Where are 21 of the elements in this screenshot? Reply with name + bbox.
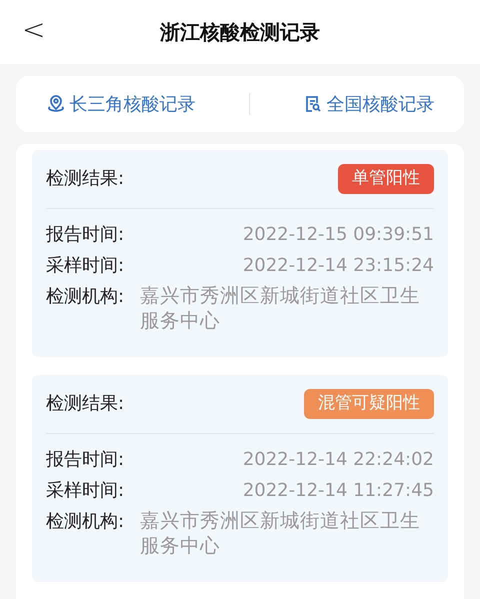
location-pin-icon [46, 94, 66, 114]
field-label: 检测机构: [46, 284, 124, 308]
tab-button[interactable]: 长三角核酸记录 [40, 86, 202, 122]
field-label: 采样时间: [46, 254, 124, 278]
field-label: 报告时间: [46, 448, 124, 472]
result-tag: 混管可疑阳性 [304, 389, 434, 419]
time-value: 2022-12-14 11:27:45 [242, 478, 434, 503]
result-label: 检测结果: [46, 167, 124, 192]
field-label: 报告时间: [46, 222, 124, 246]
page-title: 浙江核酸检测记录 [160, 19, 320, 46]
result-tag: 单管阳性 [338, 164, 434, 194]
institution-value: 嘉兴市秀洲区新城街道社区卫生服务中心 [140, 508, 422, 558]
field-label: 检测机构: [46, 510, 124, 534]
time-value: 2022-12-15 09:39:51 [242, 222, 434, 246]
field-label: 采样时间: [46, 478, 124, 503]
time-value: 2022-12-14 22:24:02 [242, 448, 434, 472]
time-value: 2022-12-14 23:15:24 [242, 254, 434, 278]
back-button[interactable]: < [18, 12, 50, 48]
tab-button[interactable]: 全国核酸记录 [296, 86, 440, 122]
result-label: 检测结果: [46, 392, 124, 416]
institution-value: 嘉兴市秀洲区新城街道社区卫生服务中心 [140, 282, 422, 334]
